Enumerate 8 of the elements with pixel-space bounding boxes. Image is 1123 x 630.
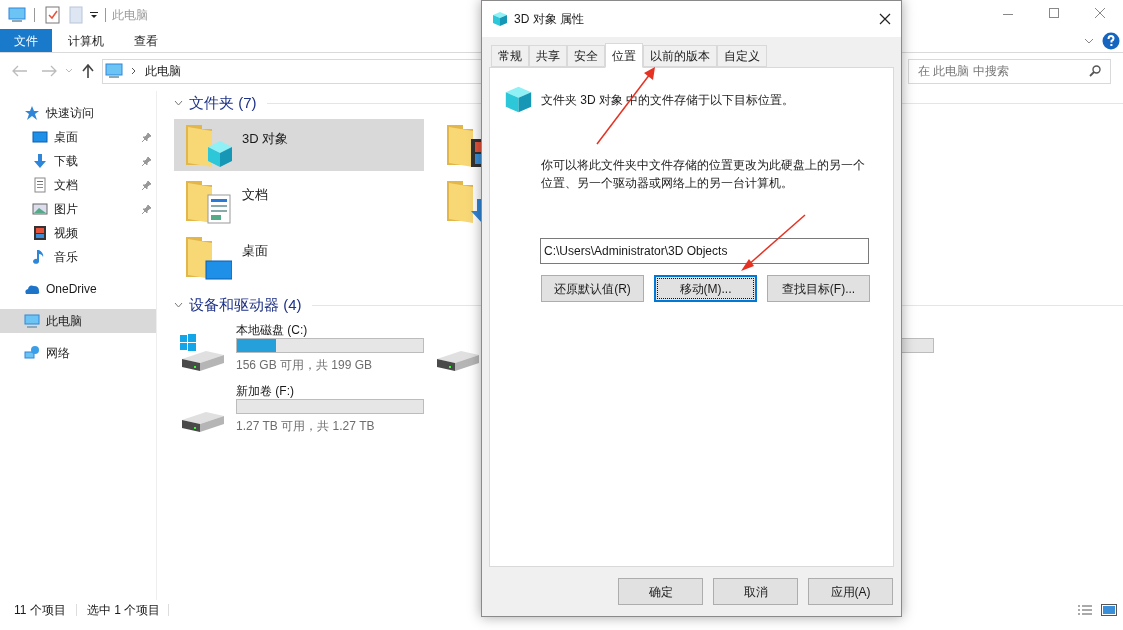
dialog-title: 3D 对象 属性: [514, 11, 584, 28]
status-text: 11 个项目: [14, 602, 66, 619]
description-text: 你可以将此文件夹中文件存储的位置更改为此硬盘上的另一个位置、另一个驱动器或网络上的另一台计算机。: [541, 157, 866, 192]
drive-space: 1.27 TB 可用，共 1.27 TB: [236, 418, 376, 435]
window-title: 此电脑: [112, 6, 148, 24]
status-text: 选中 1 个项目: [86, 602, 161, 619]
search-placeholder: 在 此电脑 中搜索: [918, 63, 1009, 80]
drive-space: 156 GB 可用，共 199 GB: [236, 357, 374, 374]
